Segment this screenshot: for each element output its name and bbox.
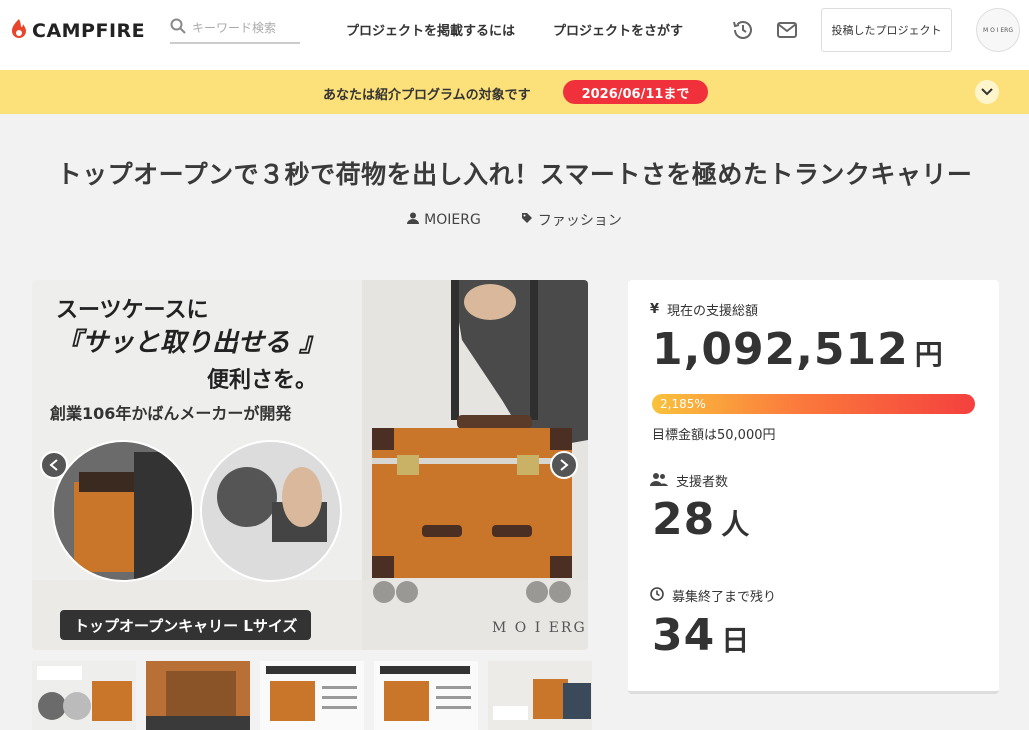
banner-deadline-badge: 2026/06/11まで: [563, 80, 708, 104]
thumbnail-1[interactable]: [32, 661, 136, 730]
project-owner[interactable]: MOIERG: [407, 210, 481, 230]
search-box[interactable]: [170, 14, 300, 44]
remaining-days: 34 日: [652, 610, 749, 661]
referral-banner: あなたは紹介プログラムの対象です 2026/06/11まで: [0, 70, 1029, 114]
supporters-count-unit: 人: [721, 508, 750, 541]
avatar-logo-text: M O I ERG: [983, 26, 1013, 34]
supporters-count-value: 28: [652, 494, 716, 545]
total-amount: 1,092,512 円: [652, 324, 943, 375]
supporters-label-text: 支援者数: [676, 475, 729, 490]
remaining-label-text: 募集終了まで残り: [672, 590, 777, 605]
next-image-button[interactable]: [550, 451, 578, 479]
campfire-logo[interactable]: CAMPFIRE: [10, 19, 145, 43]
category-name: ファッション: [537, 213, 622, 229]
chevron-down-icon[interactable]: [975, 80, 999, 104]
goal-amount: 目標金額は50,000円: [652, 428, 776, 443]
project-meta: MOIERG ファッション: [0, 210, 1029, 230]
total-amount-unit: 円: [914, 338, 943, 371]
mail-icon[interactable]: [775, 18, 799, 42]
thumbnail-4[interactable]: [374, 661, 478, 730]
image-headline-2: 『サッと取り出せる 』: [56, 328, 326, 358]
history-icon[interactable]: [731, 18, 755, 42]
progress-percent: 2,185%: [660, 397, 706, 411]
remaining-label: 募集終了まで残り: [650, 586, 776, 605]
flame-icon: [10, 18, 28, 44]
project-category[interactable]: ファッション: [521, 210, 622, 230]
image-headline-3: 便利さを。: [207, 368, 318, 393]
detail-circle-left: [52, 440, 194, 582]
thumbnail-3[interactable]: [260, 661, 364, 730]
users-icon: [650, 472, 668, 490]
thumbnail-strip: [32, 661, 592, 730]
supporters-label: 支援者数: [650, 471, 728, 490]
site-header: CAMPFIRE プロジェクトを掲載するには プロジェクトをさがす 投稿したプロ…: [0, 0, 1029, 70]
search-icon: [170, 18, 186, 38]
detail-circle-right: [200, 440, 342, 582]
remaining-days-value: 34: [652, 610, 716, 661]
total-amount-value: 1,092,512: [652, 324, 909, 375]
project-main-image[interactable]: スーツケースに 『サッと取り出せる 』 便利さを。 創業106年かばんメーカーが…: [32, 280, 588, 650]
thumbnail-5[interactable]: [488, 661, 592, 730]
tag-icon: [521, 212, 533, 228]
owner-name: MOIERG: [424, 212, 481, 228]
clock-icon: [650, 586, 664, 605]
prev-image-button[interactable]: [40, 451, 68, 479]
image-caption: トップオープンキャリー Lサイズ: [60, 610, 312, 640]
posted-projects-button[interactable]: 投稿したプロジェクト: [821, 8, 952, 52]
funding-stats-card: ¥ 現在の支援総額 1,092,512 円 2,185% 目標金額は50,000円…: [628, 280, 999, 694]
remaining-days-unit: 日: [721, 624, 750, 657]
supporters-count: 28 人: [652, 494, 749, 545]
thumbnail-2[interactable]: [146, 661, 250, 730]
yen-icon: ¥: [650, 302, 660, 317]
progress-bar: 2,185%: [652, 394, 975, 414]
avatar[interactable]: M O I ERG: [976, 8, 1020, 52]
image-subheadline: 創業106年かばんメーカーが開発: [50, 404, 292, 423]
logo-text: CAMPFIRE: [32, 20, 146, 42]
user-icon: [407, 212, 420, 228]
image-brand-logo: M O I ERG: [492, 620, 587, 636]
nav-find-project[interactable]: プロジェクトをさがす: [553, 20, 683, 39]
total-label-text: 現在の支援総額: [667, 304, 759, 319]
total-label: ¥ 現在の支援総額: [650, 300, 758, 319]
project-title: トップオープンで３秒で荷物を出し入れ！スマートさを極めたトランクキャリー: [56, 160, 973, 189]
search-input[interactable]: [192, 21, 292, 35]
banner-text: あなたは紹介プログラムの対象です: [323, 88, 531, 103]
image-headline-1: スーツケースに: [56, 298, 209, 323]
nav-post-project[interactable]: プロジェクトを掲載するには: [346, 20, 515, 39]
